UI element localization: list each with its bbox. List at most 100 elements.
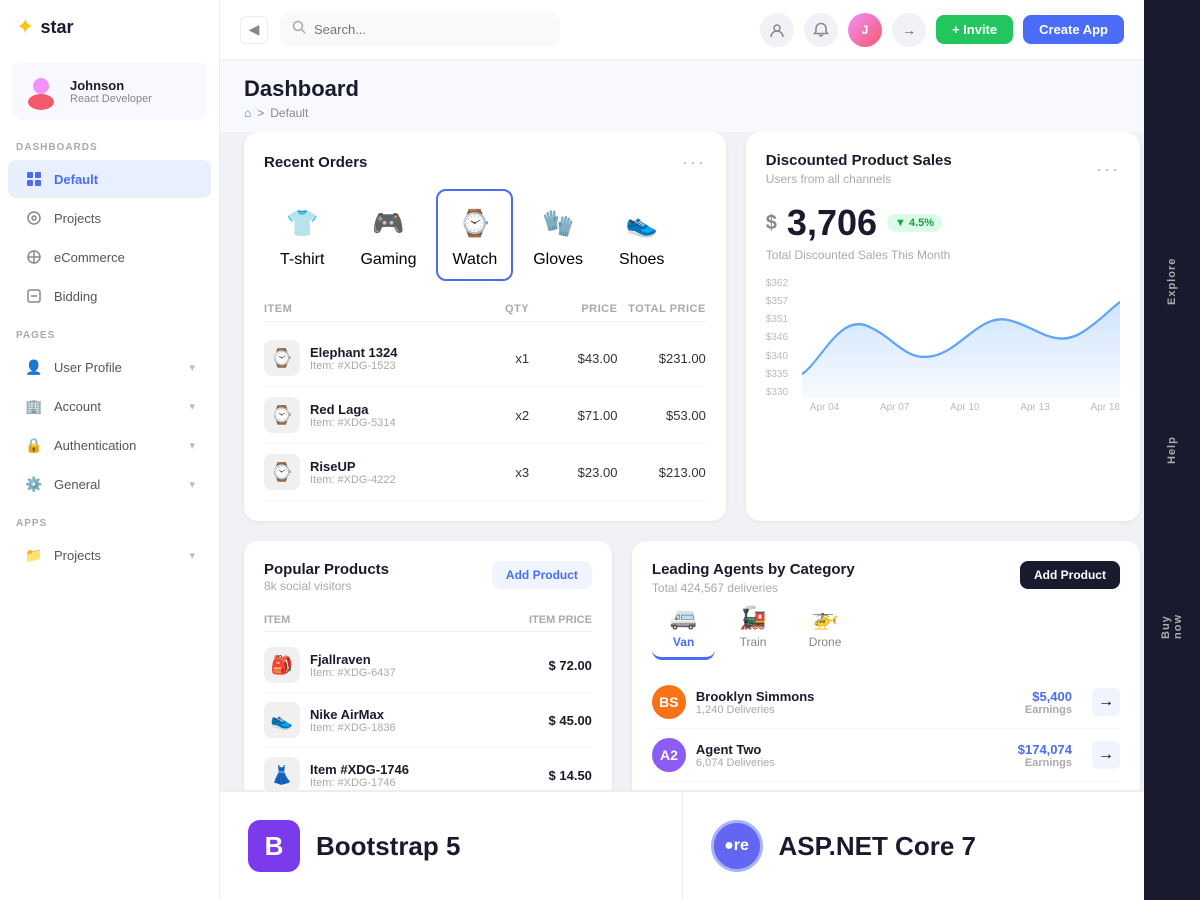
apps-section: APPS 📁 Projects ▾ bbox=[0, 504, 219, 575]
sidebar-item-account[interactable]: 🏢 Account ▾ bbox=[8, 387, 211, 425]
prod-name: Fjallraven bbox=[310, 652, 396, 667]
sidebar-item-ecommerce-label: eCommerce bbox=[54, 250, 125, 265]
sidebar-item-apps-projects[interactable]: 📁 Projects ▾ bbox=[8, 536, 211, 574]
settings-icon: ⚙️ bbox=[24, 474, 44, 494]
prod-img: 👟 bbox=[264, 702, 300, 738]
bidding-icon bbox=[24, 286, 44, 306]
dashboards-label: DASHBOARDS bbox=[0, 128, 219, 159]
main-content: ◀ J → + Invite Create App bbox=[220, 0, 1144, 900]
chevron-down-icon: ▾ bbox=[189, 549, 195, 562]
sidebar-item-bidding[interactable]: Bidding bbox=[8, 277, 211, 315]
agent-deliveries: 6,074 Deliveries bbox=[696, 757, 775, 769]
content-area: Recent Orders ··· 👕 T-shirt 🎮 Gaming bbox=[220, 132, 1144, 900]
sidebar-item-projects[interactable]: Projects bbox=[8, 199, 211, 237]
table-row: ⌚RiseUPItem: #XDG-4222 x3 $23.00 $213.00 bbox=[264, 444, 706, 501]
bootstrap-text: Bootstrap 5 bbox=[316, 831, 460, 862]
rating-arrow[interactable]: → bbox=[1092, 688, 1120, 716]
tab-gloves[interactable]: 🧤 Gloves bbox=[517, 189, 599, 281]
prod-sku: Item: #XDG-6437 bbox=[310, 667, 396, 679]
collapse-button[interactable]: ◀ bbox=[240, 16, 268, 44]
logo-area: ✦ star bbox=[0, 0, 219, 54]
sidebar-item-general[interactable]: ⚙️ General ▾ bbox=[8, 465, 211, 503]
agent-earnings: $174,074Earnings bbox=[1018, 742, 1072, 769]
sidebar-item-authentication[interactable]: 🔒 Authentication ▾ bbox=[8, 426, 211, 464]
sales-chart: $362 $357 $351 $346 $340 $335 $330 bbox=[766, 278, 1120, 418]
settings-header-icon[interactable]: → bbox=[892, 13, 926, 47]
collapse-icon: ◀ bbox=[249, 21, 260, 38]
search-bar bbox=[280, 13, 560, 46]
tab-tshirt[interactable]: 👕 T-shirt bbox=[264, 189, 340, 281]
rating-arrow[interactable]: → bbox=[1092, 741, 1120, 769]
pages-label: PAGES bbox=[0, 316, 219, 347]
item-total: $231.00 bbox=[617, 351, 705, 366]
prod-name: Nike AirMax bbox=[310, 707, 396, 722]
promo-bar: B Bootstrap 5 ●re ASP.NET Core 7 bbox=[220, 790, 1144, 900]
sidebar-item-user-profile-label: User Profile bbox=[54, 360, 122, 375]
grid-icon bbox=[24, 169, 44, 189]
promo-aspnet: ●re ASP.NET Core 7 bbox=[683, 792, 1145, 900]
chart-y-label: $346 bbox=[766, 332, 794, 343]
chart-y-label: $340 bbox=[766, 351, 794, 362]
chart-x-label: Apr 13 bbox=[1020, 402, 1049, 413]
breadcrumb-current: Default bbox=[270, 106, 308, 120]
gloves-icon: 🧤 bbox=[536, 201, 580, 245]
chart-x-label: Apr 07 bbox=[880, 402, 909, 413]
sidebar-item-default[interactable]: Default bbox=[8, 160, 211, 198]
agent-tab-drone[interactable]: 🚁 Drone bbox=[791, 597, 860, 660]
avatar-icon[interactable] bbox=[760, 13, 794, 47]
sidebar-item-apps-projects-label: Projects bbox=[54, 548, 101, 563]
agent-earnings: $5,400Earnings bbox=[1025, 689, 1072, 716]
buy-now-button[interactable]: Buy now bbox=[1152, 599, 1192, 639]
notification-icon[interactable] bbox=[804, 13, 838, 47]
tab-tshirt-label: T-shirt bbox=[280, 251, 324, 269]
aspnet-logo: ●re bbox=[711, 820, 763, 872]
promo-bootstrap: B Bootstrap 5 bbox=[220, 792, 683, 900]
right-panel: Explore Help Buy now bbox=[1144, 0, 1200, 900]
add-product-button[interactable]: Add Product bbox=[492, 561, 592, 589]
tab-watch[interactable]: ⌚ Watch bbox=[436, 189, 513, 281]
sidebar-item-ecommerce[interactable]: eCommerce bbox=[8, 238, 211, 276]
chart-y-label: $330 bbox=[766, 387, 794, 398]
prod-row: 👟Nike AirMaxItem: #XDG-1836 $ 45.00 bbox=[264, 693, 592, 748]
table-row: ⌚Elephant 1324Item: #XDG-1523 x1 $43.00 … bbox=[264, 330, 706, 387]
agent-tab-drone-label: Drone bbox=[809, 635, 842, 649]
help-button[interactable]: Help bbox=[1152, 430, 1192, 470]
agents-title: Leading Agents by Category bbox=[652, 561, 855, 578]
agent-tab-train[interactable]: 🚂 Train bbox=[721, 597, 784, 660]
item-price: $43.00 bbox=[529, 351, 617, 366]
user-avatar-header[interactable]: J bbox=[848, 13, 882, 47]
chevron-down-icon: ▾ bbox=[189, 400, 195, 413]
item-name: RiseUP bbox=[310, 459, 396, 474]
item-total: $53.00 bbox=[617, 408, 705, 423]
agent-deliveries: 1,240 Deliveries bbox=[696, 704, 814, 716]
tab-gaming[interactable]: 🎮 Gaming bbox=[344, 189, 432, 281]
explore-button[interactable]: Explore bbox=[1152, 261, 1192, 301]
sidebar-item-user-profile[interactable]: 👤 User Profile ▾ bbox=[8, 348, 211, 386]
agents-subtitle: Total 424,567 deliveries bbox=[652, 581, 855, 595]
recent-orders-card: Recent Orders ··· 👕 T-shirt 🎮 Gaming bbox=[244, 132, 726, 521]
logo-star-icon: ✦ bbox=[16, 14, 34, 40]
pages-section: PAGES 👤 User Profile ▾ 🏢 Account ▾ 🔒 Aut… bbox=[0, 316, 219, 504]
order-tabs: 👕 T-shirt 🎮 Gaming ⌚ Watch 🧤 bbox=[264, 189, 706, 281]
discount-title: Discounted Product Sales bbox=[766, 152, 952, 169]
agent-tab-train-label: Train bbox=[740, 635, 767, 649]
sales-value: 3,706 bbox=[787, 202, 877, 244]
tab-shoes[interactable]: 👟 Shoes bbox=[603, 189, 680, 281]
card-menu-icon[interactable]: ··· bbox=[1096, 159, 1120, 180]
create-app-button[interactable]: Create App bbox=[1023, 15, 1124, 44]
search-input[interactable] bbox=[314, 22, 548, 37]
agent-avatar: BS bbox=[652, 685, 686, 719]
agent-tab-van[interactable]: 🚐 Van bbox=[652, 597, 715, 660]
user-profile-card[interactable]: Johnson React Developer bbox=[12, 62, 207, 120]
header: ◀ J → + Invite Create App bbox=[220, 0, 1144, 60]
agents-add-product-button[interactable]: Add Product bbox=[1020, 561, 1120, 589]
discounted-sales-card: Discounted Product Sales Users from all … bbox=[746, 132, 1140, 521]
agent-row: A2 Agent Two6,074 Deliveries $174,074Ear… bbox=[652, 729, 1120, 782]
account-icon: 🏢 bbox=[24, 396, 44, 416]
chart-x-label: Apr 18 bbox=[1090, 402, 1119, 413]
prod-img: 👗 bbox=[264, 757, 300, 793]
projects-icon bbox=[24, 208, 44, 228]
invite-button[interactable]: + Invite bbox=[936, 15, 1013, 44]
prod-sku: Item: #XDG-1836 bbox=[310, 722, 396, 734]
card-menu-icon[interactable]: ··· bbox=[682, 152, 706, 173]
